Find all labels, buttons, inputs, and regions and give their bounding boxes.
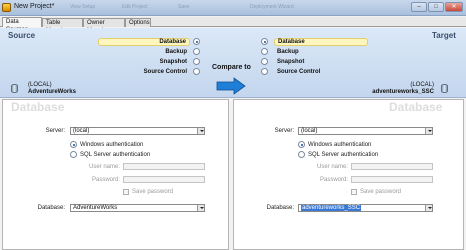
target-save-password-label: Save password: [360, 189, 402, 195]
app-icon: [2, 3, 11, 12]
target-option-database[interactable]: Database: [274, 38, 368, 46]
chevron-down-icon: [425, 205, 432, 211]
tab-table-mapping[interactable]: Table Mapping: [42, 18, 83, 34]
target-username-label: User name:: [316, 164, 348, 170]
source-windows-auth-label: Windows authentication: [80, 142, 144, 148]
toolbar-deployment-wizard: Deployment Wizard: [250, 4, 294, 10]
target-source-control-radio[interactable]: [261, 68, 268, 75]
target-save-password-checkbox[interactable]: [351, 189, 357, 195]
source-server-label: Server:: [45, 128, 65, 134]
target-snapshot-radio[interactable]: [261, 58, 268, 65]
comparison-header: Source Target Database Backup Snapshot S…: [0, 28, 466, 98]
target-sql-auth-label: SQL Server authentication: [308, 152, 379, 158]
source-sql-auth-radio[interactable]: [70, 151, 77, 158]
target-database-value: adventureworks_SSC: [301, 205, 362, 211]
source-pane-title: Database: [11, 100, 65, 114]
source-username-label: User name:: [88, 164, 120, 170]
target-password-input[interactable]: [351, 176, 433, 183]
target-heading: Target: [432, 31, 456, 40]
target-connection-pane: Database Server: (local) Windows authent…: [233, 99, 464, 250]
source-username-input[interactable]: [123, 163, 205, 170]
chevron-down-icon: [197, 205, 204, 211]
target-windows-auth-label: Windows authentication: [308, 142, 372, 148]
source-password-label: Password:: [91, 177, 120, 183]
source-connection-pane: Database Server: (local) Windows authent…: [2, 99, 229, 250]
source-save-password-label: Save password: [132, 189, 174, 195]
target-server-select[interactable]: (local): [298, 127, 433, 135]
source-option-database[interactable]: Database: [98, 38, 190, 46]
target-database-name: adventureworks_SSC: [372, 89, 434, 95]
target-database-select[interactable]: adventureworks_SSC: [298, 204, 433, 212]
source-database-radio[interactable]: [193, 38, 200, 45]
source-backup-radio[interactable]: [193, 48, 200, 55]
source-sql-auth-label: SQL Server authentication: [80, 152, 151, 158]
chevron-down-icon: [425, 128, 432, 134]
target-option-backup[interactable]: Backup: [277, 49, 357, 55]
target-username-input[interactable]: [351, 163, 433, 170]
tab-options[interactable]: Options: [125, 18, 151, 27]
maximize-button[interactable]: □: [428, 2, 444, 12]
target-option-snapshot[interactable]: Snapshot: [277, 59, 357, 65]
toolbar-view-setup: View Setup: [70, 4, 96, 10]
source-windows-auth-radio[interactable]: [70, 141, 77, 148]
chevron-down-icon: [197, 128, 204, 134]
compare-to-label: Compare to: [212, 64, 251, 71]
source-database-icon: [11, 84, 18, 93]
toolbar-edit-project: Edit Project: [122, 4, 148, 10]
source-database-name: AdventureWorks: [28, 89, 76, 95]
target-option-source-control[interactable]: Source Control: [277, 69, 357, 75]
toolbar-save: Save: [178, 4, 190, 10]
target-database-radio[interactable]: [261, 38, 268, 45]
source-database-label: Database:: [37, 205, 65, 211]
close-button[interactable]: ✕: [445, 2, 463, 12]
source-heading: Source: [8, 31, 36, 40]
tab-strip: Data Sources Table Mapping Owner Mapping…: [0, 17, 466, 34]
source-source-control-radio[interactable]: [193, 68, 200, 75]
compare-arrow-icon: [216, 77, 246, 95]
target-backup-radio[interactable]: [261, 48, 268, 55]
source-server-select[interactable]: (local): [70, 127, 205, 135]
window-title: New Project*: [14, 3, 55, 10]
target-server-name: (LOCAL): [410, 82, 434, 88]
minimize-button[interactable]: –: [411, 2, 427, 12]
target-database-label: Database:: [266, 205, 294, 211]
source-option-snapshot[interactable]: Snapshot: [120, 59, 190, 65]
target-pane-title: Database: [389, 100, 443, 114]
source-snapshot-radio[interactable]: [193, 58, 200, 65]
title-bar: New Project* View Setup Edit Project Sav…: [0, 0, 466, 16]
tab-owner-mapping[interactable]: Owner Mapping: [83, 18, 125, 34]
source-server-name: (LOCAL): [28, 82, 52, 88]
source-database-value: AdventureWorks: [73, 205, 118, 211]
source-option-source-control[interactable]: Source Control: [120, 69, 190, 75]
tab-data-sources[interactable]: Data Sources: [2, 17, 42, 33]
source-database-select[interactable]: AdventureWorks: [70, 204, 205, 212]
source-save-password-checkbox[interactable]: [123, 189, 129, 195]
target-password-label: Password:: [319, 177, 348, 183]
target-sql-auth-radio[interactable]: [298, 151, 305, 158]
source-option-backup[interactable]: Backup: [120, 49, 190, 55]
target-server-label: Server:: [274, 128, 294, 134]
target-server-value: (local): [301, 128, 318, 134]
source-password-input[interactable]: [123, 176, 205, 183]
source-server-value: (local): [73, 128, 90, 134]
target-database-icon: [441, 84, 448, 93]
target-windows-auth-radio[interactable]: [298, 141, 305, 148]
